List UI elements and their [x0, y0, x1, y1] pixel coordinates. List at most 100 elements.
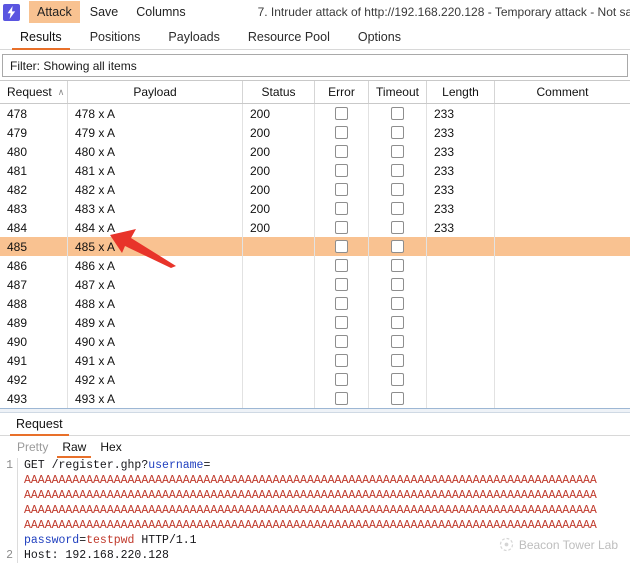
subtab-hex[interactable]: Hex: [93, 440, 128, 458]
cell-error[interactable]: [315, 180, 369, 199]
table-row[interactable]: 487 487 x A: [0, 275, 630, 294]
cell-error[interactable]: [315, 389, 369, 408]
subtab-pretty[interactable]: Pretty: [10, 440, 55, 458]
table-row[interactable]: 482 482 x A 200 233: [0, 180, 630, 199]
checkbox-icon[interactable]: [391, 316, 404, 329]
checkbox-icon[interactable]: [335, 335, 348, 348]
cell-error[interactable]: [315, 142, 369, 161]
cell-timeout[interactable]: [369, 180, 427, 199]
column-header-error[interactable]: Error: [315, 81, 369, 103]
checkbox-icon[interactable]: [391, 297, 404, 310]
cell-error[interactable]: [315, 161, 369, 180]
cell-timeout[interactable]: [369, 123, 427, 142]
checkbox-icon[interactable]: [335, 240, 348, 253]
checkbox-icon[interactable]: [335, 259, 348, 272]
tab-results[interactable]: Results: [6, 30, 76, 50]
cell-timeout[interactable]: [369, 389, 427, 408]
tab-options[interactable]: Options: [344, 30, 415, 49]
cell-error[interactable]: [315, 199, 369, 218]
table-row[interactable]: 479 479 x A 200 233: [0, 123, 630, 142]
checkbox-icon[interactable]: [335, 373, 348, 386]
checkbox-icon[interactable]: [335, 107, 348, 120]
checkbox-icon[interactable]: [391, 373, 404, 386]
table-row[interactable]: 485 485 x A: [0, 237, 630, 256]
cell-timeout[interactable]: [369, 142, 427, 161]
cell-error[interactable]: [315, 370, 369, 389]
cell-timeout[interactable]: [369, 256, 427, 275]
tab-payloads[interactable]: Payloads: [154, 30, 233, 49]
cell-timeout[interactable]: [369, 218, 427, 237]
cell-timeout[interactable]: [369, 199, 427, 218]
table-row[interactable]: 483 483 x A 200 233: [0, 199, 630, 218]
table-row[interactable]: 493 493 x A: [0, 389, 630, 408]
table-row[interactable]: 481 481 x A 200 233: [0, 161, 630, 180]
menu-item-save[interactable]: Save: [82, 1, 127, 23]
cell-timeout[interactable]: [369, 351, 427, 370]
column-header-timeout[interactable]: Timeout: [369, 81, 427, 103]
cell-error[interactable]: [315, 313, 369, 332]
checkbox-icon[interactable]: [391, 392, 404, 405]
checkbox-icon[interactable]: [391, 126, 404, 139]
filter-bar[interactable]: Filter: Showing all items: [2, 54, 628, 77]
checkbox-icon[interactable]: [335, 183, 348, 196]
checkbox-icon[interactable]: [391, 145, 404, 158]
checkbox-icon[interactable]: [335, 126, 348, 139]
cell-error[interactable]: [315, 332, 369, 351]
request-editor[interactable]: 1 2 GET /register.ghp?username= AAAAAAAA…: [0, 458, 630, 563]
cell-timeout[interactable]: [369, 161, 427, 180]
column-header-comment[interactable]: Comment: [495, 81, 630, 103]
cell-error[interactable]: [315, 256, 369, 275]
checkbox-icon[interactable]: [335, 202, 348, 215]
checkbox-icon[interactable]: [391, 183, 404, 196]
cell-timeout[interactable]: [369, 237, 427, 256]
checkbox-icon[interactable]: [335, 354, 348, 367]
table-row[interactable]: 484 484 x A 200 233: [0, 218, 630, 237]
checkbox-icon[interactable]: [391, 259, 404, 272]
cell-timeout[interactable]: [369, 313, 427, 332]
menu-item-attack[interactable]: Attack: [29, 1, 80, 23]
column-header-status[interactable]: Status: [243, 81, 315, 103]
checkbox-icon[interactable]: [335, 278, 348, 291]
checkbox-icon[interactable]: [335, 164, 348, 177]
table-row[interactable]: 480 480 x A 200 233: [0, 142, 630, 161]
cell-timeout[interactable]: [369, 104, 427, 123]
table-row[interactable]: 492 492 x A: [0, 370, 630, 389]
column-header-length[interactable]: Length: [427, 81, 495, 103]
cell-error[interactable]: [315, 275, 369, 294]
tab-resource-pool[interactable]: Resource Pool: [234, 30, 344, 49]
checkbox-icon[interactable]: [335, 297, 348, 310]
cell-error[interactable]: [315, 104, 369, 123]
column-header-request[interactable]: Request ∧: [0, 81, 68, 103]
table-row[interactable]: 488 488 x A: [0, 294, 630, 313]
checkbox-icon[interactable]: [391, 240, 404, 253]
checkbox-icon[interactable]: [335, 392, 348, 405]
checkbox-icon[interactable]: [391, 278, 404, 291]
checkbox-icon[interactable]: [335, 221, 348, 234]
table-row[interactable]: 489 489 x A: [0, 313, 630, 332]
menu-item-columns[interactable]: Columns: [128, 1, 193, 23]
cell-error[interactable]: [315, 237, 369, 256]
subtab-raw[interactable]: Raw: [55, 440, 93, 458]
cell-timeout[interactable]: [369, 294, 427, 313]
table-row[interactable]: 491 491 x A: [0, 351, 630, 370]
checkbox-icon[interactable]: [391, 164, 404, 177]
table-row[interactable]: 490 490 x A: [0, 332, 630, 351]
table-row[interactable]: 478 478 x A 200 233: [0, 104, 630, 123]
checkbox-icon[interactable]: [391, 354, 404, 367]
cell-error[interactable]: [315, 351, 369, 370]
cell-error[interactable]: [315, 218, 369, 237]
cell-timeout[interactable]: [369, 370, 427, 389]
cell-error[interactable]: [315, 294, 369, 313]
checkbox-icon[interactable]: [391, 202, 404, 215]
checkbox-icon[interactable]: [391, 335, 404, 348]
column-header-payload[interactable]: Payload: [68, 81, 243, 103]
checkbox-icon[interactable]: [335, 145, 348, 158]
tab-positions[interactable]: Positions: [76, 30, 155, 49]
cell-timeout[interactable]: [369, 275, 427, 294]
tab-request[interactable]: Request: [10, 417, 69, 436]
checkbox-icon[interactable]: [335, 316, 348, 329]
table-row[interactable]: 486 486 x A: [0, 256, 630, 275]
cell-error[interactable]: [315, 123, 369, 142]
cell-timeout[interactable]: [369, 332, 427, 351]
checkbox-icon[interactable]: [391, 107, 404, 120]
